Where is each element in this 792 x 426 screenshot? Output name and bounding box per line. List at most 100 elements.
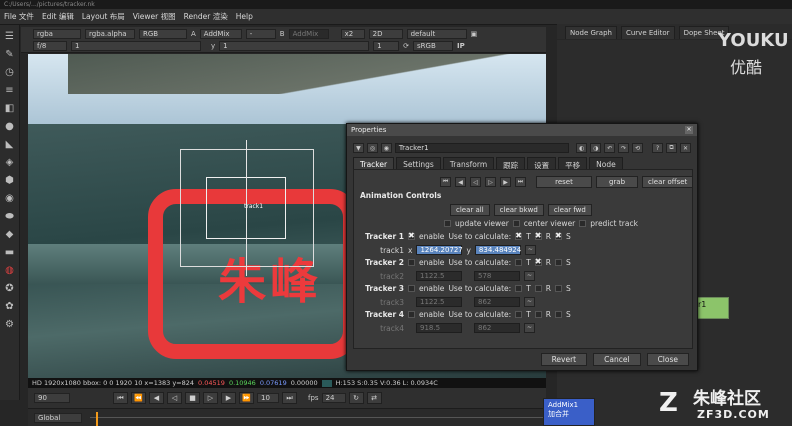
track-to-end-icon[interactable]: ⏭ bbox=[515, 177, 526, 187]
time-icon[interactable]: ◷ bbox=[3, 65, 17, 79]
menu-layout[interactable]: Layout 布局 bbox=[82, 11, 125, 22]
panel-close-icon[interactable]: ✕ bbox=[680, 143, 692, 153]
menu-render[interactable]: Render 渲染 bbox=[184, 11, 228, 22]
channels-dropdown[interactable]: rgba bbox=[33, 28, 81, 39]
collapse-icon[interactable]: ▼ bbox=[353, 143, 364, 153]
clear-offset-button[interactable]: clear offset bbox=[642, 176, 694, 188]
revert-button[interactable]: Revert bbox=[540, 353, 588, 366]
clear-all-button[interactable]: clear all bbox=[450, 204, 490, 216]
track1-y-field[interactable]: 834.484924 bbox=[474, 245, 521, 255]
zoom-dropdown[interactable]: x2 bbox=[340, 28, 365, 39]
tracker3-t-checkbox[interactable] bbox=[515, 285, 523, 292]
close-icon[interactable]: ✕ bbox=[685, 126, 693, 134]
tracker3-enable-checkbox[interactable] bbox=[408, 285, 415, 292]
proxy-dropdown[interactable]: 1 bbox=[373, 41, 400, 51]
track-backward-icon[interactable]: ◀ bbox=[455, 177, 466, 187]
a-input-dropdown[interactable]: - bbox=[245, 28, 276, 39]
tracker4-enable-checkbox[interactable] bbox=[408, 311, 415, 318]
lock-icon[interactable]: ▣ bbox=[471, 30, 478, 38]
filter-icon[interactable]: ● bbox=[3, 119, 17, 133]
global-dropdown[interactable]: Global bbox=[34, 413, 82, 423]
tile-color-icon[interactable]: ◑ bbox=[590, 143, 602, 153]
rgb-dropdown[interactable]: RGB bbox=[139, 28, 187, 39]
other-icon[interactable]: ▬ bbox=[3, 245, 17, 259]
track4-curve-icon[interactable]: ~ bbox=[524, 323, 535, 333]
merge-icon[interactable]: ◈ bbox=[3, 155, 17, 169]
track1-x-field[interactable]: 1264.20727 bbox=[416, 245, 463, 255]
last-frame-icon[interactable]: ⏭ bbox=[282, 392, 297, 404]
step-backward-icon[interactable]: ◁ bbox=[470, 177, 481, 187]
track2-x-field[interactable]: 1122.5 bbox=[416, 271, 462, 281]
ip-button[interactable]: IP bbox=[457, 42, 465, 50]
playhead[interactable] bbox=[96, 412, 98, 426]
predict-track-checkbox[interactable] bbox=[579, 220, 587, 227]
play-back-icon[interactable]: ◁ bbox=[167, 392, 182, 404]
next-key-icon[interactable]: ⏩ bbox=[239, 392, 254, 404]
plugin-icon[interactable]: ✿ bbox=[3, 299, 17, 313]
undo-icon[interactable]: ↶ bbox=[604, 143, 616, 153]
tracker-node[interactable]: r1 bbox=[693, 297, 729, 319]
update-viewer-checkbox[interactable] bbox=[444, 220, 451, 227]
frame-field[interactable]: 90 bbox=[34, 393, 70, 403]
fps-field[interactable]: 24 bbox=[321, 393, 346, 403]
menu-help[interactable]: Help bbox=[236, 12, 253, 21]
float-panel-icon[interactable]: ⧉ bbox=[666, 143, 678, 153]
track2-curve-icon[interactable]: ~ bbox=[524, 271, 535, 281]
loop-icon[interactable]: ↻ bbox=[348, 392, 364, 404]
tracker1-t-checkbox[interactable] bbox=[515, 231, 523, 240]
track4-x-field[interactable]: 918.5 bbox=[416, 323, 462, 333]
prev-frame-icon[interactable]: ◀ bbox=[149, 392, 164, 404]
colorspace-dropdown[interactable]: sRGB bbox=[413, 41, 454, 51]
tracker3-s-checkbox[interactable] bbox=[555, 285, 563, 292]
track3-x-field[interactable]: 1122.5 bbox=[416, 297, 462, 307]
track3-curve-icon[interactable]: ~ bbox=[524, 297, 535, 307]
redo-icon[interactable]: ↷ bbox=[618, 143, 630, 153]
view-mode-dropdown[interactable]: 2D bbox=[368, 28, 403, 39]
step-forward-icon[interactable]: ▷ bbox=[485, 177, 496, 187]
transform-icon[interactable]: ⬢ bbox=[3, 173, 17, 187]
center-viewer-checkbox[interactable] bbox=[512, 220, 520, 227]
track-forward-icon[interactable]: ▶ bbox=[500, 177, 511, 187]
stop-icon[interactable]: ■ bbox=[185, 392, 200, 404]
channel-icon[interactable]: ≡ bbox=[3, 83, 17, 97]
gain-field[interactable]: 1 bbox=[71, 41, 201, 51]
revert-icon[interactable]: ⟲ bbox=[632, 143, 644, 153]
tracker2-s-checkbox[interactable] bbox=[555, 259, 563, 266]
tab-node-graph[interactable]: Node Graph bbox=[565, 26, 617, 39]
prev-key-icon[interactable]: ⏪ bbox=[131, 392, 146, 404]
help-icon[interactable]: ? bbox=[652, 143, 664, 153]
admix-node[interactable]: AddMix1 加合并 bbox=[543, 398, 595, 426]
color-icon[interactable]: ◧ bbox=[3, 101, 17, 115]
color-picker-icon[interactable]: ◐ bbox=[576, 143, 588, 153]
tracker1-s-checkbox[interactable] bbox=[555, 231, 563, 240]
timeline-ruler[interactable]: Global bbox=[28, 408, 546, 426]
metadata-icon[interactable]: ◆ bbox=[3, 227, 17, 241]
menu-viewer[interactable]: Viewer 视图 bbox=[133, 11, 176, 22]
draw-icon[interactable]: ✎ bbox=[3, 47, 17, 61]
play-icon[interactable]: ▷ bbox=[203, 392, 218, 404]
clear-bkwd-button[interactable]: clear bkwd bbox=[493, 204, 544, 216]
tracker2-enable-checkbox[interactable] bbox=[408, 259, 415, 266]
image-icon[interactable]: ☰ bbox=[3, 29, 17, 43]
tracker4-t-checkbox[interactable] bbox=[515, 311, 523, 318]
track2-y-field[interactable]: 578 bbox=[474, 271, 520, 281]
grab-button[interactable]: grab bbox=[596, 176, 638, 188]
track-to-start-icon[interactable]: ⏮ bbox=[440, 177, 451, 187]
alpha-dropdown[interactable]: rgba.alpha bbox=[85, 28, 135, 39]
tracker3-r-checkbox[interactable] bbox=[534, 285, 542, 292]
b-merge-dropdown[interactable]: AddMix bbox=[288, 28, 329, 39]
settings-icon[interactable]: ⚙ bbox=[3, 317, 17, 331]
track4-y-field[interactable]: 862 bbox=[474, 323, 520, 333]
fstop-field[interactable]: f/8 bbox=[33, 41, 67, 51]
tracker1-r-checkbox[interactable] bbox=[534, 231, 542, 240]
menu-edit[interactable]: Edit 编辑 bbox=[42, 11, 74, 22]
step-field[interactable]: 10 bbox=[257, 393, 279, 403]
close-button[interactable]: Close bbox=[646, 353, 689, 366]
gizmo-icon[interactable]: ✪ bbox=[3, 281, 17, 295]
lut-dropdown[interactable]: default bbox=[406, 28, 467, 39]
tab-curve-editor[interactable]: Curve Editor bbox=[620, 26, 675, 39]
clear-fwd-button[interactable]: clear fwd bbox=[547, 204, 592, 216]
keyer-icon[interactable]: ◣ bbox=[3, 137, 17, 151]
menu-file[interactable]: File 文件 bbox=[4, 11, 34, 22]
tracker1-enable-checkbox[interactable] bbox=[408, 231, 415, 240]
